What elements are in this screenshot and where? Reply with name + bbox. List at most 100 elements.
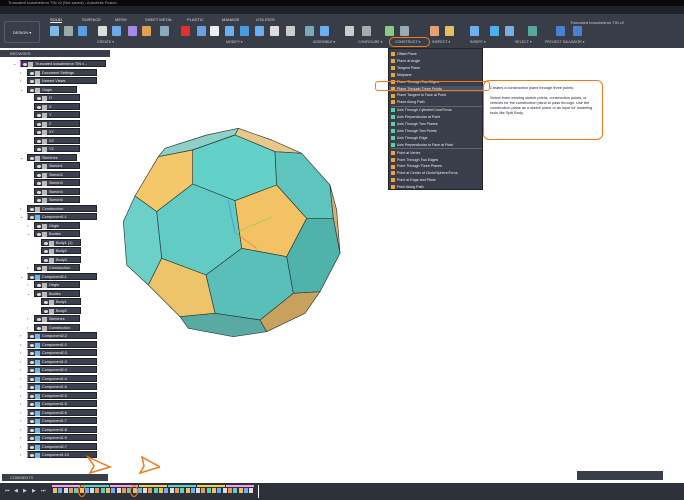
menu-item-axis-through-edge[interactable]: Axis Through Edge (389, 135, 484, 142)
collapse-icon[interactable]: ⌄ (27, 290, 30, 297)
visibility-eye-icon[interactable] (30, 207, 34, 211)
visibility-eye-icon[interactable] (37, 292, 41, 296)
tool-icon[interactable] (78, 26, 87, 36)
collapse-icon[interactable]: ⌄ (27, 230, 30, 237)
visibility-eye-icon[interactable] (23, 63, 27, 66)
visibility-eye-icon[interactable] (30, 428, 34, 432)
tool-icon[interactable] (400, 26, 409, 36)
tool-icon[interactable] (240, 26, 249, 36)
menu-item-axis-through-cylinder-cone-torus[interactable]: Axis Through Cylinder/Cone/Torus (389, 107, 484, 114)
visibility-eye-icon[interactable] (30, 80, 34, 83)
tree-item[interactable]: Origin (34, 281, 80, 288)
timeline-control-button[interactable]: ▶ (23, 488, 27, 494)
document-tab[interactable]: Truncated Icosahedron TIN v2 (570, 20, 624, 25)
timeline-feature[interactable] (190, 488, 195, 493)
tree-item[interactable]: XZ (34, 136, 80, 144)
menu-item-point-through-three-planes[interactable]: Point Through Three Planes (389, 163, 484, 170)
visibility-eye-icon[interactable] (37, 165, 41, 168)
timeline-feature[interactable] (159, 488, 163, 493)
visibility-eye-icon[interactable] (37, 97, 41, 100)
tab-solid[interactable]: SOLID (50, 17, 63, 23)
tree-item[interactable]: Component2:1 (27, 272, 97, 280)
tool-icon[interactable] (490, 26, 499, 36)
tool-icon[interactable] (181, 26, 190, 36)
timeline-feature[interactable] (180, 488, 185, 493)
menu-item-plane-tangent-to-face-at-point[interactable]: Plane Tangent to Face at Point (389, 92, 484, 99)
expand-icon[interactable]: › (20, 358, 21, 365)
visibility-eye-icon[interactable] (30, 454, 34, 457)
visibility-eye-icon[interactable] (37, 284, 41, 287)
visibility-eye-icon[interactable] (30, 156, 34, 160)
tool-icon[interactable] (128, 26, 137, 36)
visibility-eye-icon[interactable] (30, 377, 34, 381)
visibility-eye-icon[interactable] (37, 190, 41, 194)
expand-icon[interactable]: › (27, 281, 28, 288)
tool-icon[interactable] (505, 26, 514, 36)
visibility-eye-icon[interactable] (44, 258, 48, 262)
tree-item[interactable]: XY (34, 128, 80, 135)
timeline-marker[interactable] (258, 485, 259, 498)
timeline-feature[interactable] (196, 488, 201, 493)
tree-item[interactable]: Bodies (34, 289, 80, 297)
tab-sheet-metal[interactable]: SHEET METAL (145, 17, 172, 22)
tool-icon[interactable] (470, 26, 479, 36)
visibility-eye-icon[interactable] (30, 445, 34, 449)
tool-icon[interactable] (528, 26, 537, 36)
group-modify[interactable]: MODIFY ▾ (226, 40, 243, 44)
expand-icon[interactable]: › (20, 434, 21, 441)
menu-item-point-at-edge-and-plane[interactable]: Point at Edge and Plane (389, 177, 484, 184)
expand-icon[interactable]: › (20, 349, 21, 356)
visibility-eye-icon[interactable] (37, 182, 41, 185)
collapse-icon[interactable]: ⌄ (20, 154, 23, 161)
expand-icon[interactable]: › (20, 443, 21, 450)
menu-item-plane-at-angle[interactable]: Plane at Angle (389, 58, 484, 65)
timeline-feature[interactable] (201, 488, 206, 493)
visibility-eye-icon[interactable] (30, 343, 34, 347)
tree-item[interactable]: Sketches (34, 315, 80, 322)
menu-item-axis-perpendicular-at-point[interactable]: Axis Perpendicular at Point (389, 114, 484, 121)
expand-icon[interactable]: › (20, 409, 21, 416)
tree-item[interactable]: Sketches (27, 153, 77, 161)
tab-surface[interactable]: SURFACE (82, 17, 101, 22)
menu-item-axis-through-two-points[interactable]: Axis Through Two Points (389, 128, 484, 135)
expand-icon[interactable]: › (20, 205, 21, 212)
expand-icon[interactable]: › (20, 77, 21, 84)
menu-item-axis-through-two-planes[interactable]: Axis Through Two Planes (389, 121, 484, 128)
timeline-feature[interactable] (222, 488, 227, 493)
tab-mesh[interactable]: MESH (115, 17, 127, 22)
group-project[interactable]: PROJECT SALVADOR ▾ (545, 40, 585, 44)
tool-icon[interactable] (210, 26, 219, 36)
tree-item[interactable]: Sketch5 (34, 196, 80, 203)
timeline-feature[interactable] (233, 488, 238, 493)
visibility-eye-icon[interactable] (30, 335, 34, 338)
tree-item[interactable]: Origin (34, 221, 80, 229)
tree-item[interactable]: Truncated Icosahedron TIN v... (20, 60, 106, 67)
tool-icon[interactable] (64, 26, 73, 36)
collapse-icon[interactable]: ⌄ (20, 86, 23, 93)
collapse-icon[interactable]: ⌄ (20, 213, 23, 220)
tree-item[interactable]: X (34, 102, 80, 110)
tab-utilities[interactable]: UTILITIES (256, 17, 275, 22)
tool-icon[interactable] (430, 26, 439, 36)
visibility-eye-icon[interactable] (37, 233, 41, 236)
tree-item[interactable]: Construction (34, 323, 80, 331)
timeline-feature[interactable] (169, 488, 174, 493)
visibility-eye-icon[interactable] (30, 403, 34, 406)
tree-item[interactable]: Component1:5 (27, 383, 97, 390)
visibility-eye-icon[interactable] (30, 420, 34, 423)
expand-icon[interactable]: › (20, 366, 21, 373)
timeline-feature[interactable] (164, 488, 169, 493)
timeline-feature[interactable] (249, 488, 254, 493)
visibility-eye-icon[interactable] (37, 114, 41, 117)
workspace-switcher[interactable]: DESIGN ▾ (4, 21, 40, 43)
tab-manage[interactable]: MANAGE (222, 17, 239, 22)
timeline-feature[interactable] (63, 488, 68, 493)
visibility-eye-icon[interactable] (44, 241, 48, 245)
menu-item-point-at-center-of-circle-sphere-torus[interactable]: Point at Center of Circle/Sphere/Torus (389, 170, 484, 177)
visibility-eye-icon[interactable] (44, 301, 48, 304)
menu-item-midplane[interactable]: Midplane (389, 72, 484, 79)
timeline-control-button[interactable]: ▶ (32, 488, 36, 494)
tree-item[interactable]: Body2 (41, 247, 81, 254)
tool-icon[interactable] (573, 26, 582, 36)
tree-item[interactable]: Sketch2 (34, 170, 80, 178)
